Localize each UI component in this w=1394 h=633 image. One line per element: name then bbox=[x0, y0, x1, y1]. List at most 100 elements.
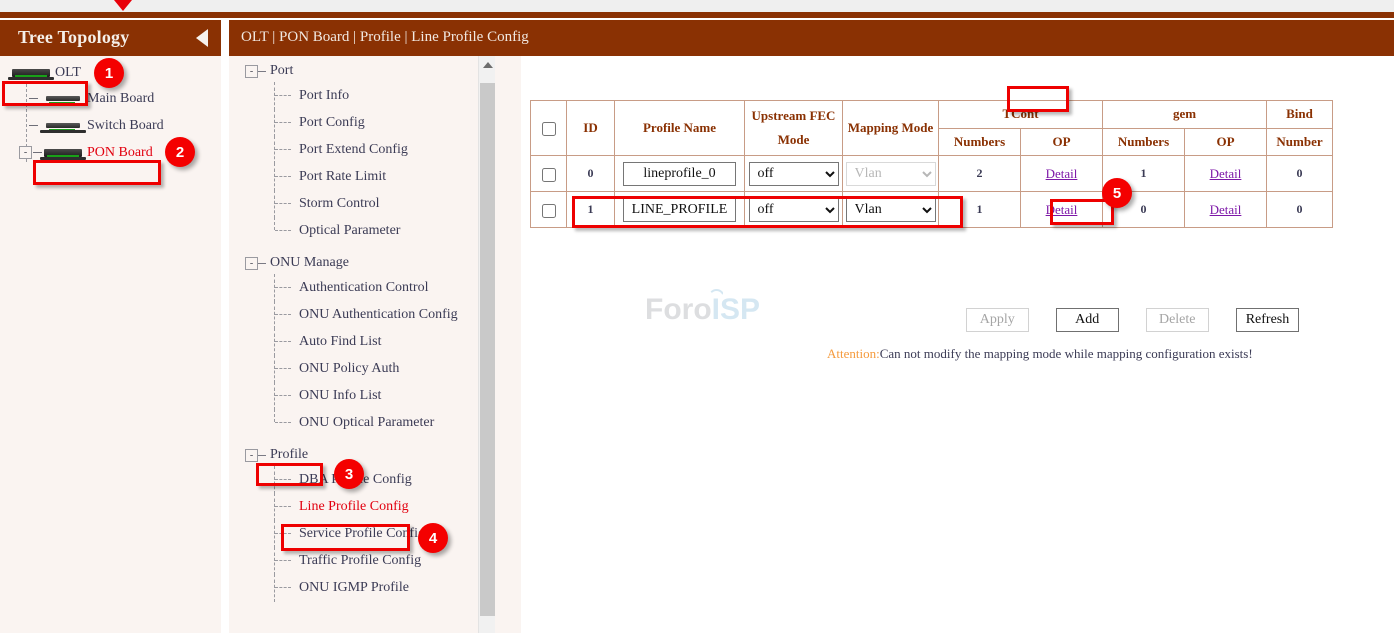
column-header-mapping-mode: Mapping Mode bbox=[843, 101, 939, 156]
cell-mapping-mode: Vlan bbox=[843, 192, 939, 228]
menu-group-port[interactable]: - Port bbox=[245, 60, 504, 82]
tree-connector-dash bbox=[29, 98, 38, 99]
scrollbar-thumb[interactable] bbox=[480, 83, 495, 616]
tcont-detail-link[interactable]: Detail bbox=[1046, 166, 1078, 181]
menu-item-label: Port Config bbox=[299, 115, 365, 131]
menu-item-onu-info-list[interactable]: ONU Info List bbox=[274, 382, 504, 409]
menu-group-label: Profile bbox=[270, 447, 308, 463]
row-checkbox[interactable] bbox=[542, 168, 556, 182]
cell-gem-op: Detail bbox=[1185, 156, 1267, 192]
sidebar-item-label: OLT bbox=[55, 65, 81, 81]
menu-item-label: Line Profile Config bbox=[299, 499, 409, 515]
column-group-header-tcont: TCont bbox=[939, 101, 1103, 129]
upstream-fec-select[interactable]: off bbox=[749, 162, 839, 186]
menu-item-storm-control[interactable]: Storm Control bbox=[274, 190, 504, 217]
menu-item-label: ONU Info List bbox=[299, 388, 381, 404]
mapping-mode-select[interactable]: Vlan bbox=[846, 198, 936, 222]
top-strip bbox=[0, 0, 1394, 12]
scroll-up-arrow-icon[interactable] bbox=[483, 62, 493, 68]
menu-vertical-scrollbar[interactable] bbox=[478, 56, 495, 633]
add-button[interactable]: Add bbox=[1056, 308, 1119, 332]
cell-gem-op: Detail bbox=[1185, 192, 1267, 228]
tree-connector-dash bbox=[258, 71, 266, 72]
row-checkbox[interactable] bbox=[542, 204, 556, 218]
menu-item-traffic-profile-config[interactable]: Traffic Profile Config bbox=[274, 547, 504, 574]
menu-expander-icon[interactable]: - bbox=[245, 65, 258, 78]
refresh-button[interactable]: Refresh bbox=[1236, 308, 1300, 332]
delete-button[interactable]: Delete bbox=[1146, 308, 1209, 332]
tree-branch-icon bbox=[274, 116, 296, 129]
line-profile-table: ID Profile Name Upstream FEC Mode Mappin… bbox=[530, 100, 1333, 228]
sidebar-item-label: PON Board bbox=[87, 145, 153, 161]
menu-group-profile[interactable]: - Profile bbox=[245, 444, 504, 466]
tcont-detail-link[interactable]: Detail bbox=[1046, 202, 1078, 217]
application-window: Tree Topology - OLT Main Board bbox=[0, 0, 1394, 633]
column-header-gem-op: OP bbox=[1185, 128, 1267, 156]
attention-label: Attention: bbox=[827, 346, 880, 361]
sidebar-item-olt[interactable]: OLT bbox=[8, 63, 81, 83]
cell-tcont-op: Detail bbox=[1021, 156, 1103, 192]
row-select-cell bbox=[531, 156, 567, 192]
cell-upstream-fec: off bbox=[745, 156, 843, 192]
sidebar-item-main-board[interactable]: Main Board bbox=[40, 89, 154, 109]
feature-menu-list: - Port Port Info Port Config Port Extend… bbox=[229, 56, 504, 601]
menu-item-auto-find-list[interactable]: Auto Find List bbox=[274, 328, 504, 355]
cell-profile-name bbox=[615, 156, 745, 192]
line-profile-config-panel: ID Profile Name Upstream FEC Mode Mappin… bbox=[521, 56, 1394, 633]
device-board-icon bbox=[40, 147, 86, 160]
gem-detail-link[interactable]: Detail bbox=[1210, 166, 1242, 181]
table-header-row-1: ID Profile Name Upstream FEC Mode Mappin… bbox=[531, 101, 1333, 129]
tree-branch-icon bbox=[274, 170, 296, 183]
gem-detail-link[interactable]: Detail bbox=[1210, 202, 1242, 217]
sidebar-item-switch-board[interactable]: Switch Board bbox=[40, 116, 164, 136]
sidebar-item-label: Main Board bbox=[87, 91, 154, 107]
profile-name-input[interactable] bbox=[623, 198, 736, 222]
menu-group-onu-manage[interactable]: - ONU Manage bbox=[245, 252, 504, 274]
column-group-header-gem: gem bbox=[1103, 101, 1267, 129]
tree-branch-icon bbox=[274, 281, 296, 294]
menu-item-port-config[interactable]: Port Config bbox=[274, 109, 504, 136]
menu-item-label: Port Info bbox=[299, 88, 349, 104]
menu-item-label: ONU Policy Auth bbox=[299, 361, 399, 377]
profile-name-input[interactable] bbox=[623, 162, 736, 186]
upstream-fec-select[interactable]: off bbox=[749, 198, 839, 222]
collapse-left-arrow-icon[interactable] bbox=[196, 29, 208, 47]
menu-item-label: ONU Optical Parameter bbox=[299, 415, 434, 431]
attention-message: Attention:Can not modify the mapping mod… bbox=[827, 346, 1253, 362]
device-chassis-icon bbox=[8, 67, 54, 80]
upstream-fec-line1: Upstream FEC bbox=[747, 104, 840, 128]
cell-bind-number: 0 bbox=[1267, 192, 1333, 228]
menu-item-authentication-control[interactable]: Authentication Control bbox=[274, 274, 504, 301]
menu-item-line-profile-config[interactable]: Line Profile Config bbox=[274, 493, 504, 520]
menu-item-onu-authentication-config[interactable]: ONU Authentication Config bbox=[274, 301, 504, 328]
menu-item-onu-optical-parameter[interactable]: ONU Optical Parameter bbox=[274, 409, 504, 436]
mapping-mode-select[interactable]: Vlan bbox=[846, 162, 936, 186]
menu-item-service-profile-config[interactable]: Service Profile Config bbox=[274, 520, 504, 547]
menu-expander-icon[interactable]: - bbox=[245, 257, 258, 270]
menu-item-onu-policy-auth[interactable]: ONU Policy Auth bbox=[274, 355, 504, 382]
tree-branch-icon bbox=[274, 89, 296, 102]
menu-item-label: ONU IGMP Profile bbox=[299, 580, 409, 596]
column-header-upstream-fec-mode: Upstream FEC Mode bbox=[745, 101, 843, 156]
tree-expander-pon-board[interactable]: - bbox=[19, 146, 32, 159]
tree-branch-icon bbox=[274, 581, 296, 594]
column-header-tcont-numbers: Numbers bbox=[939, 128, 1021, 156]
apply-button[interactable]: Apply bbox=[966, 308, 1029, 332]
menu-item-optical-parameter[interactable]: Optical Parameter bbox=[274, 217, 504, 244]
menu-item-dba-profile-config[interactable]: DBA Profile Config bbox=[274, 466, 504, 493]
menu-item-label: Storm Control bbox=[299, 196, 380, 212]
step-badge-4: 4 bbox=[418, 523, 448, 553]
sidebar-item-pon-board[interactable]: PON Board bbox=[40, 143, 153, 163]
select-all-checkbox[interactable] bbox=[542, 122, 556, 136]
table-row: 1 off Vlan bbox=[531, 192, 1333, 228]
menu-expander-icon[interactable]: - bbox=[245, 449, 258, 462]
breadcrumb: OLT | PON Board | Profile | Line Profile… bbox=[241, 29, 529, 46]
device-board-icon bbox=[40, 120, 86, 133]
menu-item-port-rate-limit[interactable]: Port Rate Limit bbox=[274, 163, 504, 190]
menu-item-port-extend-config[interactable]: Port Extend Config bbox=[274, 136, 504, 163]
menu-item-port-info[interactable]: Port Info bbox=[274, 82, 504, 109]
column-group-header-bind: Bind bbox=[1267, 101, 1333, 129]
feature-menu-panel: - Port Port Info Port Config Port Extend… bbox=[229, 56, 521, 633]
tree-branch-icon bbox=[274, 362, 296, 375]
menu-item-onu-igmp-profile[interactable]: ONU IGMP Profile bbox=[274, 574, 504, 601]
